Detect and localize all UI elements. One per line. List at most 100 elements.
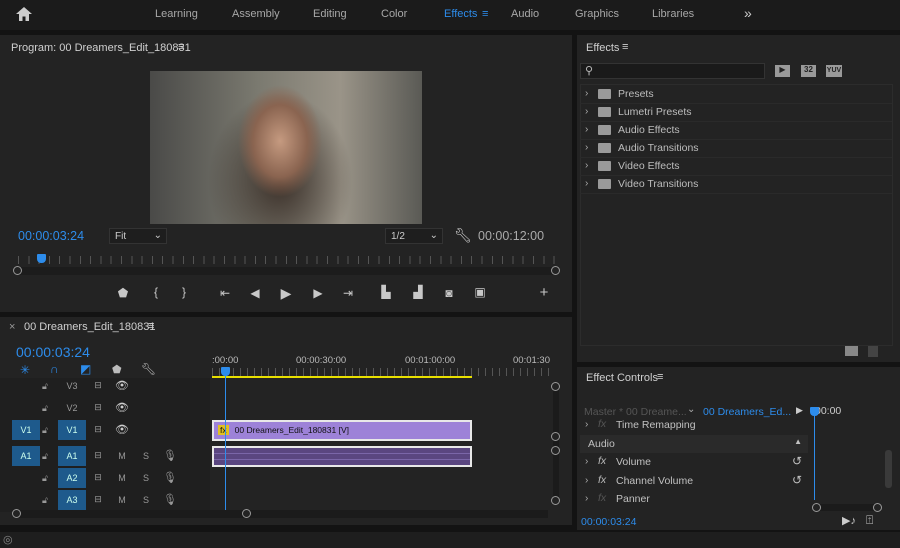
lock-icon[interactable]: 🔓︎ [42, 403, 48, 414]
go-to-in-icon[interactable]: ⇤ [216, 286, 234, 300]
workspace-assembly[interactable]: Assembly [232, 8, 280, 20]
resolution-select[interactable]: 1/2⌄ [385, 228, 443, 244]
ec-timecode[interactable]: 00:00:03:24 [581, 516, 636, 528]
ec-row-channel-volume[interactable]: ›fxChannel Volume↺ [580, 473, 808, 491]
workspace-effects[interactable]: Effects [444, 8, 477, 20]
vertical-scrollbar[interactable] [553, 386, 559, 500]
program-playhead-timecode[interactable]: 00:00:03:24 [18, 229, 84, 243]
video-clip[interactable]: fx00 Dreamers_Edit_180831 [V] [212, 420, 472, 441]
sync-lock-icon[interactable]: ⊟ [90, 424, 106, 435]
more-workspaces-button[interactable]: » [744, 5, 752, 21]
ec-row-volume[interactable]: ›fxVolume↺ [580, 454, 808, 472]
nest-sequence-icon[interactable]: ✳︎ [20, 363, 30, 377]
sync-lock-icon[interactable]: ⊟ [90, 402, 106, 413]
solo-button[interactable]: S [139, 495, 153, 505]
scroll-handle[interactable] [551, 446, 560, 455]
effects-folder-audio-transitions[interactable]: ›Audio Transitions [580, 140, 892, 158]
effect-controls-menu-icon[interactable]: ≡ [657, 371, 663, 383]
eye-icon[interactable]: 👁︎ [114, 423, 130, 436]
sync-lock-icon[interactable]: ⊟ [90, 450, 106, 461]
timeline-playhead[interactable] [221, 367, 230, 376]
ec-vertical-scrollbar[interactable] [885, 450, 892, 488]
horizontal-scrollbar[interactable] [16, 510, 548, 518]
lift-icon[interactable]: ▙ [377, 285, 395, 299]
sync-lock-icon[interactable]: ⊟ [90, 380, 106, 391]
chevron-down-icon[interactable]: ⌄ [687, 404, 695, 415]
workspace-graphics[interactable]: Graphics [575, 8, 619, 20]
track-target-v1[interactable]: V1 [58, 420, 86, 440]
scroll-handle-left[interactable] [13, 266, 22, 275]
yuv-effects-icon[interactable]: YUV [826, 65, 842, 77]
32bit-effects-icon[interactable]: 32 [801, 65, 816, 77]
scroll-handle[interactable] [551, 382, 560, 391]
step-back-icon[interactable]: ◀︎ [246, 286, 264, 300]
solo-button[interactable]: S [139, 473, 153, 483]
timeline-ruler[interactable] [212, 368, 552, 376]
export-frame-camera-icon[interactable]: ◙ [440, 286, 458, 300]
delete-trash-icon[interactable] [868, 346, 878, 357]
scroll-handle[interactable] [551, 432, 560, 441]
lock-icon[interactable]: 🔓︎ [42, 425, 48, 436]
fx-icon[interactable]: fx [598, 474, 606, 486]
solo-button[interactable]: S [139, 451, 153, 461]
export-icon[interactable]: ⍐ [866, 513, 873, 528]
ec-row-panner[interactable]: ›fxPanner [580, 491, 808, 509]
track-target-a3[interactable]: A3 [58, 490, 86, 510]
comparison-view-icon[interactable]: ▣ [471, 285, 489, 299]
extract-icon[interactable]: ▟ [409, 285, 427, 299]
new-bin-folder-icon[interactable] [845, 346, 858, 356]
scroll-handle[interactable] [812, 503, 821, 512]
fx-icon[interactable]: fx [598, 455, 606, 467]
track-target-a1[interactable]: A1 [58, 446, 86, 466]
source-patch-v1[interactable]: V1 [12, 420, 40, 440]
timeline-settings-wrench-icon[interactable]: 🔧︎ [141, 362, 156, 376]
effects-title[interactable]: Effects [586, 42, 619, 54]
effects-folder-video-transitions[interactable]: ›Video Transitions [580, 176, 892, 194]
mute-button[interactable]: M [115, 495, 129, 505]
reset-icon[interactable]: ↺ [792, 473, 802, 487]
timeline-timecode[interactable]: 00:00:03:24 [16, 344, 90, 360]
scroll-handle[interactable] [242, 509, 251, 518]
ec-section-audio[interactable]: Audio▲ [580, 435, 808, 453]
effects-folder-audio-effects[interactable]: ›Audio Effects [580, 122, 892, 140]
program-menu-icon[interactable]: ≡ [178, 41, 184, 53]
scroll-handle[interactable] [873, 503, 882, 512]
mute-button[interactable]: M [115, 451, 129, 461]
play-triangle-icon[interactable]: ▶ [796, 405, 803, 416]
ec-playhead-line[interactable] [814, 412, 815, 500]
track-label[interactable]: V3 [62, 381, 82, 391]
scroll-handle[interactable] [551, 496, 560, 505]
snap-magnet-icon[interactable]: ∩ [50, 362, 59, 376]
work-area-bar[interactable] [212, 376, 472, 378]
effects-folder-presets[interactable]: ›Presets [580, 86, 892, 104]
add-marker-icon[interactable]: ⬟ [114, 286, 132, 300]
scroll-handle-right[interactable] [551, 266, 560, 275]
lock-icon[interactable]: 🔓︎ [42, 381, 48, 392]
lock-icon[interactable]: 🔓︎ [42, 495, 48, 506]
microphone-icon[interactable]: 🎙︎ [163, 471, 177, 484]
program-playhead[interactable] [37, 254, 46, 263]
workspace-editing[interactable]: Editing [313, 8, 347, 20]
zoom-select[interactable]: Fit⌄ [109, 228, 167, 244]
sync-lock-icon[interactable]: ⊟ [90, 472, 106, 483]
ec-zoom-scrollbar[interactable] [817, 504, 877, 511]
workspace-color[interactable]: Color [381, 8, 407, 20]
ec-playhead[interactable] [810, 407, 819, 416]
microphone-icon[interactable]: 🎙︎ [163, 449, 177, 462]
effects-folder-video-effects[interactable]: ›Video Effects [580, 158, 892, 176]
lock-icon[interactable]: 🔓︎ [42, 473, 48, 484]
linked-selection-icon[interactable]: ◩ [80, 362, 91, 376]
eye-icon[interactable]: 👁︎ [114, 379, 130, 392]
lock-icon[interactable]: 🔓︎ [42, 451, 48, 462]
workspace-audio[interactable]: Audio [511, 8, 539, 20]
mute-button[interactable]: M [115, 473, 129, 483]
program-zoom-scrollbar[interactable] [18, 267, 556, 275]
effect-controls-title[interactable]: Effect Controls [586, 372, 658, 384]
add-marker-icon[interactable]: ⬟ [112, 363, 122, 376]
mark-in-icon[interactable]: { [147, 285, 165, 299]
timeline-playhead-line[interactable] [225, 368, 226, 510]
reset-icon[interactable]: ↺ [792, 454, 802, 468]
add-button-icon[interactable]: + [535, 284, 553, 301]
play-audio-icon[interactable]: ▶♪ [842, 514, 856, 527]
track-target-a2[interactable]: A2 [58, 468, 86, 488]
